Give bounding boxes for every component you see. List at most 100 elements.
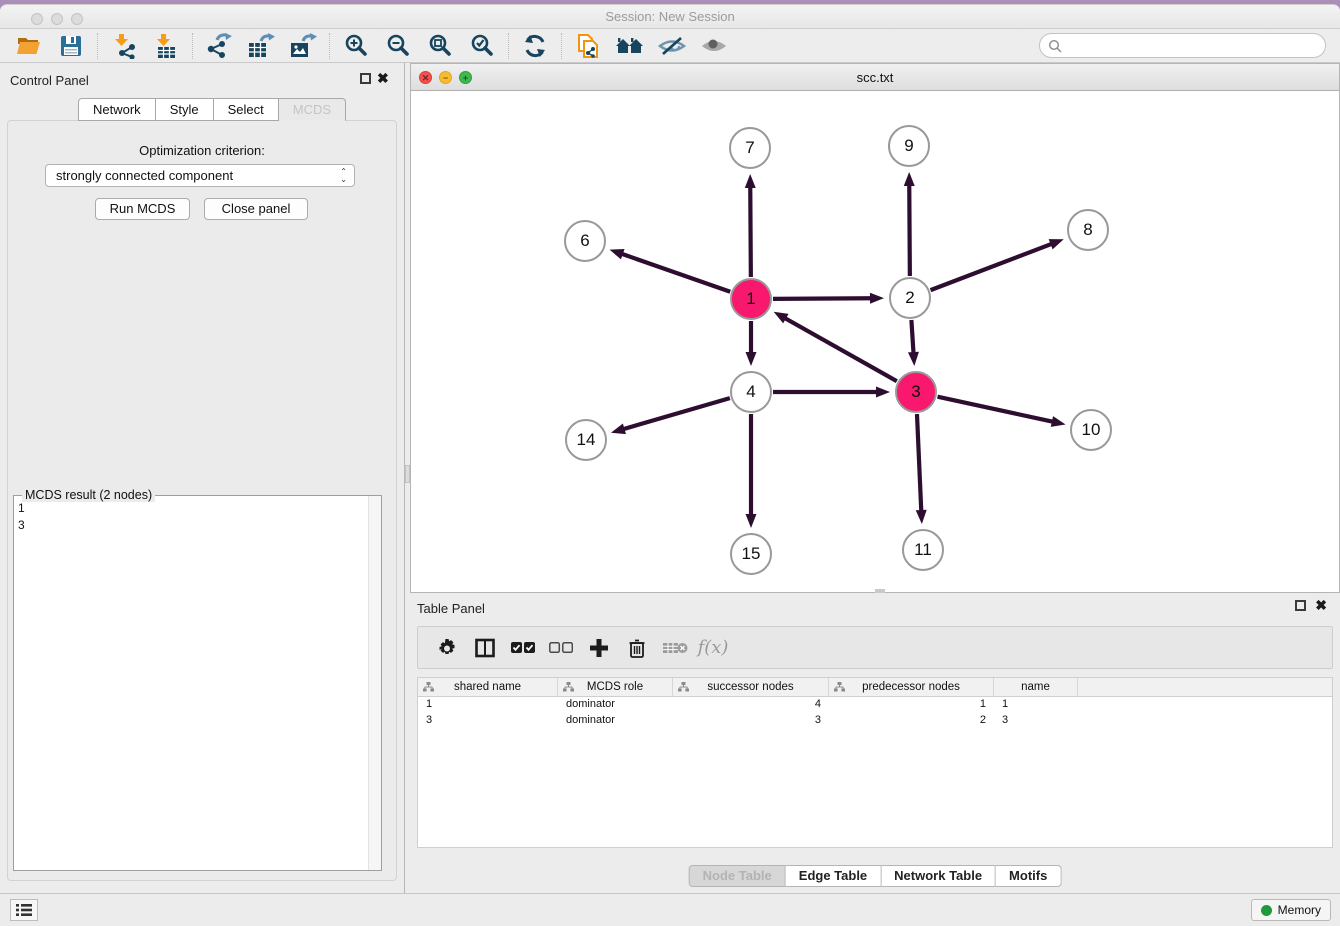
zoom-fit-icon[interactable] <box>425 31 455 61</box>
view-zoom-button[interactable]: + <box>459 71 472 84</box>
main-toolbar <box>0 29 1340 63</box>
graph-node-1[interactable]: 1 <box>730 278 772 320</box>
column-header-predecessor-nodes[interactable]: predecessor nodes <box>829 678 994 696</box>
open-session-icon[interactable] <box>14 31 44 61</box>
view-minimize-button[interactable]: − <box>439 71 452 84</box>
select-stepper-icon: ⌃⌄ <box>340 168 347 184</box>
home-layout-icon[interactable] <box>615 31 645 61</box>
tab-network[interactable]: Network <box>78 98 156 121</box>
tab-mcds[interactable]: MCDS <box>279 98 346 121</box>
app-window: Session: New Session <box>0 4 1340 926</box>
table-cell: dominator <box>558 697 673 713</box>
list-icon <box>15 903 33 917</box>
zoom-out-icon[interactable] <box>383 31 413 61</box>
toolbar-separator <box>508 33 509 59</box>
network-canvas[interactable]: 7 9 6 8 1 2 4 3 14 10 15 11 <box>411 92 1339 592</box>
save-session-icon[interactable] <box>56 31 86 61</box>
table-header-row: shared name MCDS rolesuccessor nodesprede… <box>418 678 1332 697</box>
network-view-window: ✕ − + scc.txt 7 9 6 8 1 2 4 3 14 10 15 11 <box>410 63 1340 593</box>
select-all-checkboxes-icon[interactable] <box>508 633 538 663</box>
export-table-icon[interactable] <box>246 31 276 61</box>
delete-column-icon[interactable] <box>660 633 690 663</box>
gear-icon[interactable] <box>432 633 462 663</box>
table-close-icon[interactable]: ✖ <box>1315 598 1327 612</box>
status-bar: Memory <box>0 893 1340 926</box>
network-overview-icon[interactable] <box>573 31 603 61</box>
mcds-result-scrollbar[interactable] <box>368 496 381 870</box>
network-view-title: scc.txt <box>411 64 1339 91</box>
app-zoom-button[interactable] <box>71 13 83 25</box>
close-panel-icon[interactable]: ✖ <box>377 71 389 85</box>
graph-node-3[interactable]: 3 <box>895 371 937 413</box>
search-input[interactable] <box>1062 39 1317 53</box>
table-row[interactable]: 1dominator411 <box>418 697 1332 713</box>
graph-node-9[interactable]: 9 <box>888 125 930 167</box>
app-close-button[interactable] <box>31 13 43 25</box>
add-row-icon[interactable] <box>584 633 614 663</box>
refresh-view-icon[interactable] <box>520 31 550 61</box>
graph-node-10[interactable]: 10 <box>1070 409 1112 451</box>
control-panel: Control Panel ✖ NetworkStyleSelectMCDS O… <box>0 63 404 893</box>
tab-style[interactable]: Style <box>156 98 214 121</box>
column-header-MCDS-role[interactable]: MCDS role <box>558 678 673 696</box>
task-history-button[interactable] <box>10 899 38 921</box>
mcds-result-box: MCDS result (2 nodes) 1 3 <box>13 495 382 871</box>
control-panel-title: Control Panel <box>10 73 89 88</box>
run-mcds-button[interactable]: Run MCDS <box>95 198 190 220</box>
memory-status-icon <box>1261 905 1272 916</box>
import-table-icon[interactable] <box>151 31 181 61</box>
close-panel-button[interactable]: Close panel <box>204 198 308 220</box>
tab-select[interactable]: Select <box>214 98 279 121</box>
column-header-name[interactable]: name <box>994 678 1078 696</box>
zoom-in-icon[interactable] <box>341 31 371 61</box>
export-network-icon[interactable] <box>204 31 234 61</box>
apply-function-icon[interactable]: f(x) <box>698 633 728 663</box>
graph-node-7[interactable]: 7 <box>729 127 771 169</box>
zoom-selected-icon[interactable] <box>467 31 497 61</box>
memory-button[interactable]: Memory <box>1251 899 1331 921</box>
import-network-icon[interactable] <box>109 31 139 61</box>
table-cell: 1 <box>994 697 1078 713</box>
export-image-icon[interactable] <box>288 31 318 61</box>
table-cell: 1 <box>829 697 994 713</box>
columns-icon[interactable] <box>470 633 500 663</box>
app-title: Session: New Session <box>0 5 1340 29</box>
search-field[interactable] <box>1039 33 1326 58</box>
tab-edge-table[interactable]: Edge Table <box>786 865 881 887</box>
float-panel-icon[interactable] <box>360 73 371 84</box>
hide-selected-icon[interactable] <box>657 31 687 61</box>
tab-motifs[interactable]: Motifs <box>996 865 1061 887</box>
deselect-all-checkboxes-icon[interactable] <box>546 633 576 663</box>
graph-node-6[interactable]: 6 <box>564 220 606 262</box>
graph-node-15[interactable]: 15 <box>730 533 772 575</box>
view-close-button[interactable]: ✕ <box>419 71 432 84</box>
table-body: 1dominator4113dominator323 <box>418 697 1332 729</box>
toolbar-separator <box>561 33 562 59</box>
table-row[interactable]: 3dominator323 <box>418 713 1332 729</box>
table-tabs: Node TableEdge TableNetwork TableMotifs <box>689 865 1062 887</box>
search-icon <box>1048 39 1062 53</box>
show-all-icon[interactable] <box>699 31 729 61</box>
table-toolbar: f(x) <box>417 626 1333 669</box>
graph-node-8[interactable]: 8 <box>1067 209 1109 251</box>
graph-node-4[interactable]: 4 <box>730 371 772 413</box>
column-label: shared name <box>454 681 521 693</box>
criterion-select[interactable]: strongly connected component ⌃⌄ <box>45 164 355 187</box>
node-layer: 7 9 6 8 1 2 4 3 14 10 15 11 <box>411 92 1339 593</box>
graph-node-2[interactable]: 2 <box>889 277 931 319</box>
tab-network-table[interactable]: Network Table <box>881 865 996 887</box>
column-header-successor-nodes[interactable]: successor nodes <box>673 678 829 696</box>
toolbar-separator <box>97 33 98 59</box>
graph-node-14[interactable]: 14 <box>565 419 607 461</box>
table-cell: 3 <box>673 713 829 729</box>
app-titlebar: Session: New Session <box>0 5 1340 29</box>
table-float-icon[interactable] <box>1295 600 1306 611</box>
column-label: name <box>1021 681 1050 693</box>
graph-node-11[interactable]: 11 <box>902 529 944 571</box>
column-header-shared-name[interactable]: shared name <box>418 678 558 696</box>
delete-row-icon[interactable] <box>622 633 652 663</box>
app-minimize-button[interactable] <box>51 13 63 25</box>
criterion-value: strongly connected component <box>56 168 233 183</box>
memory-label: Memory <box>1278 903 1321 917</box>
tab-node-table[interactable]: Node Table <box>689 865 786 887</box>
